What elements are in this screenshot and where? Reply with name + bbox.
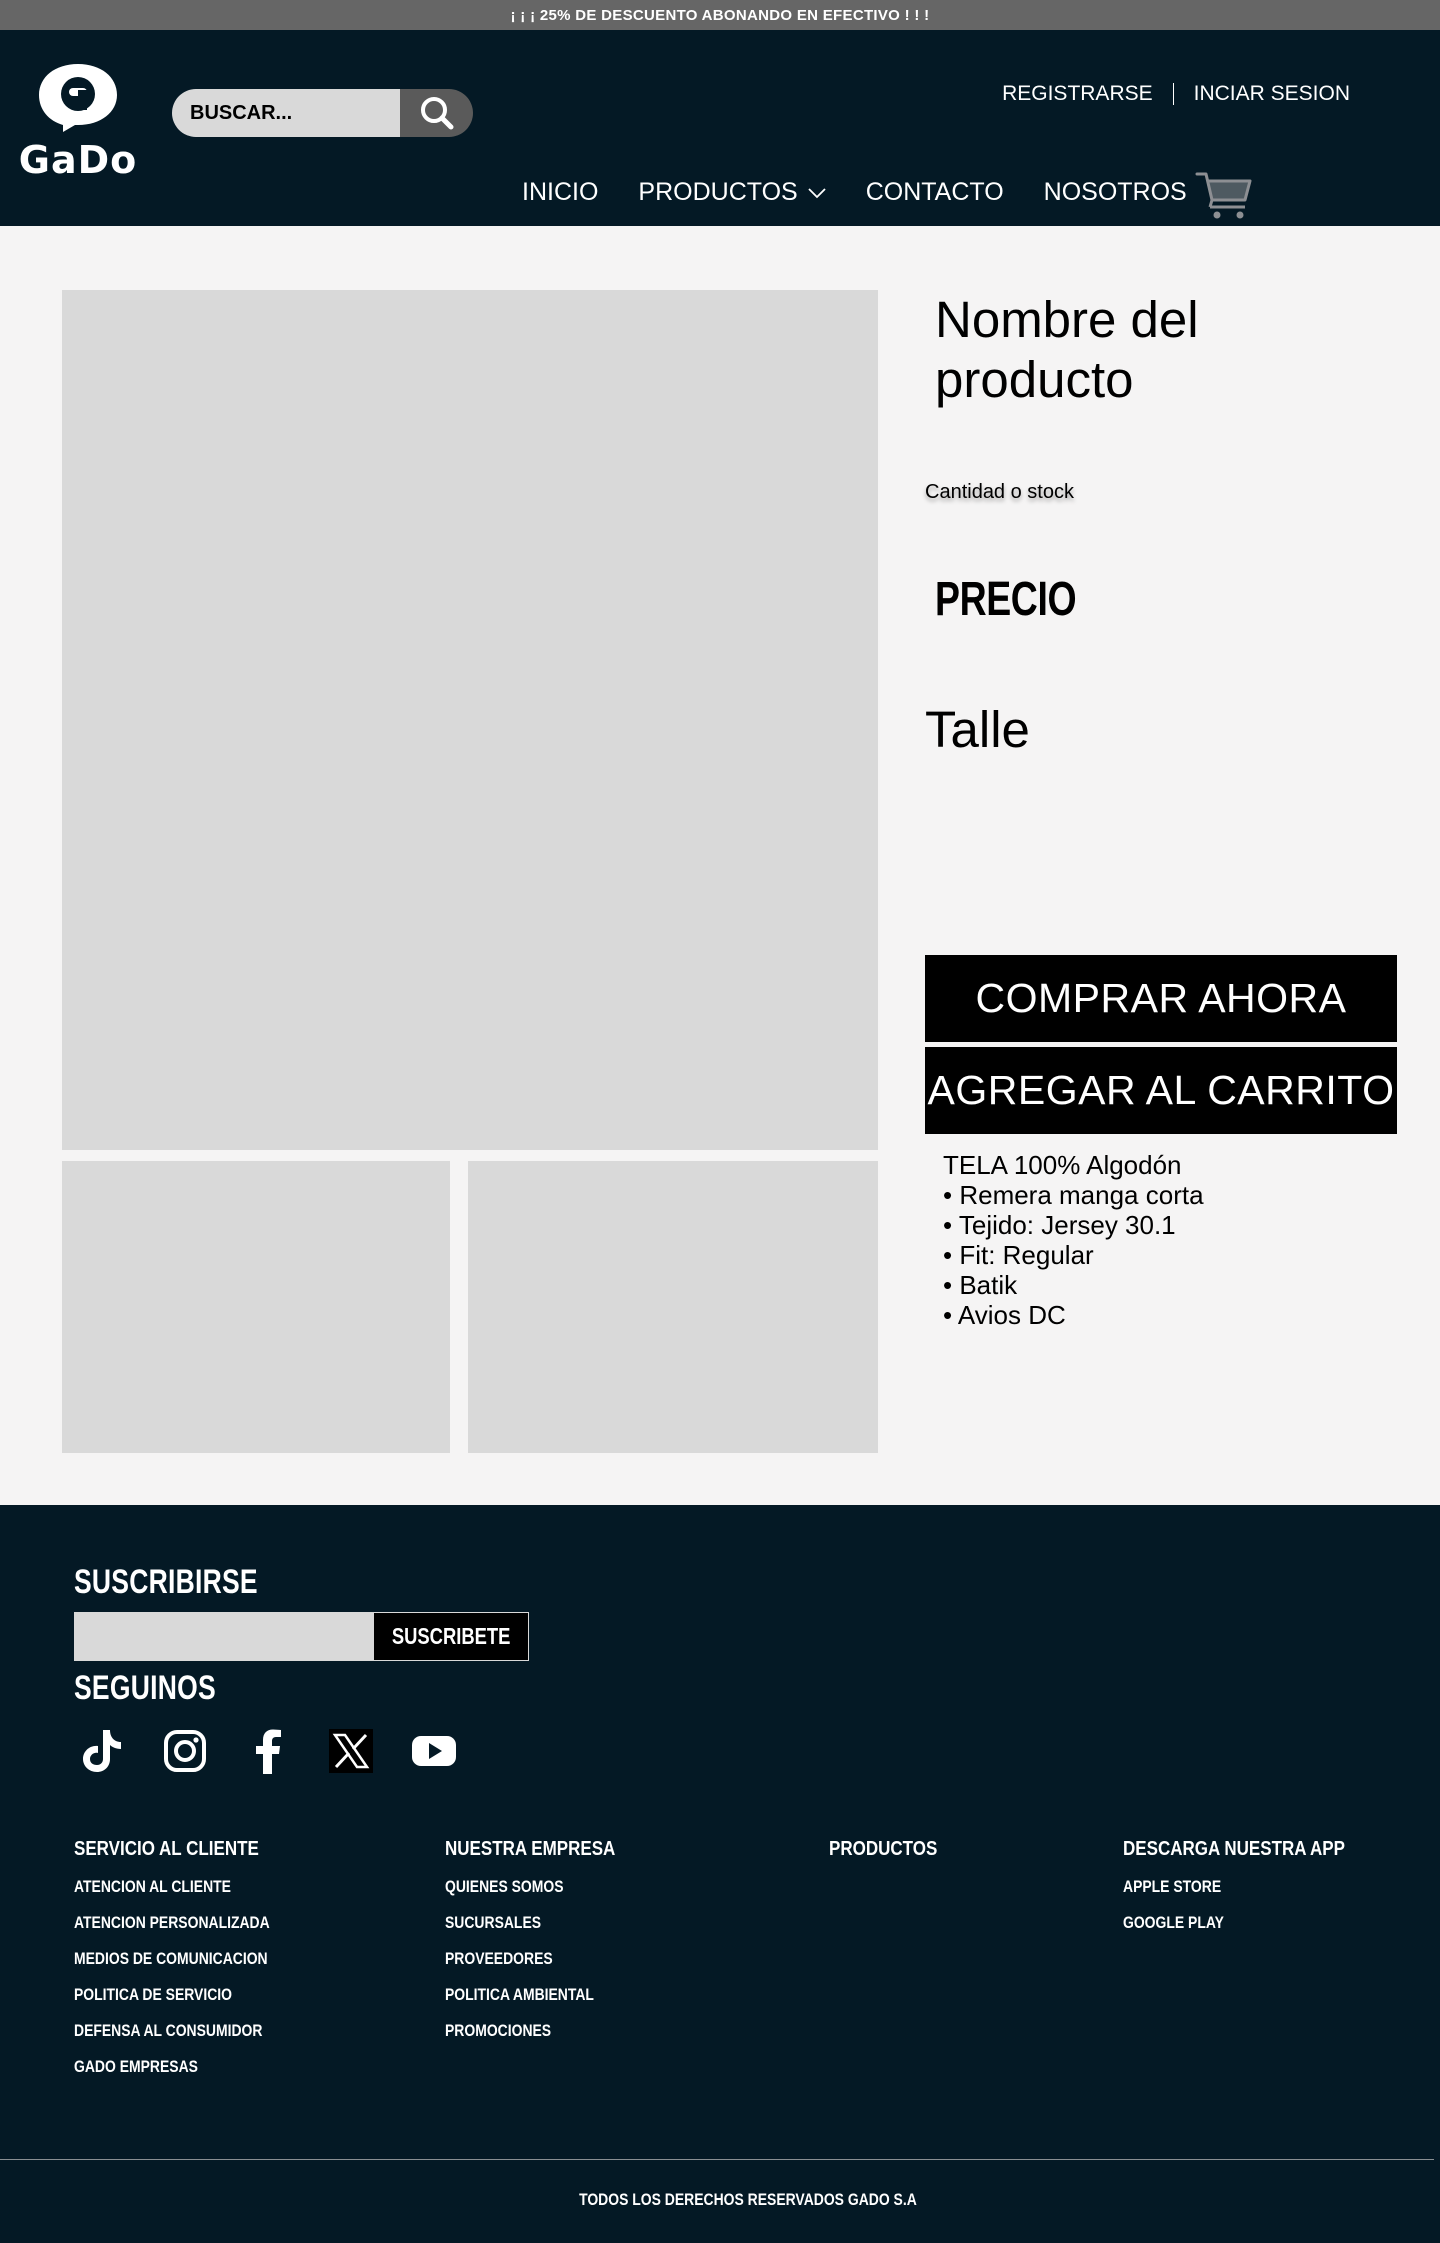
product-thumbnail-2[interactable] bbox=[468, 1161, 878, 1453]
footer-column-empresa: NUESTRA EMPRESA QUIENES SOMOS SUCURSALES… bbox=[445, 1838, 645, 2057]
account-divider bbox=[1172, 83, 1174, 105]
description-line: • Remera manga corta bbox=[943, 1180, 1204, 1210]
footer-link[interactable]: APPLE STORE bbox=[1123, 1877, 1337, 1913]
footer-column-heading: NUESTRA EMPRESA bbox=[445, 1838, 616, 1860]
footer-link[interactable]: GOOGLE PLAY bbox=[1123, 1913, 1337, 1949]
footer-link[interactable]: POLITICA AMBIENTAL bbox=[445, 1985, 609, 2021]
nav-item-nosotros[interactable]: NOSOTROS bbox=[1044, 178, 1187, 207]
cart-icon[interactable] bbox=[1195, 170, 1253, 220]
subscribe-form: SUSCRIBETE bbox=[74, 1612, 529, 1661]
copyright-text: TODOS LOS DERECHOS RESERVADOS GADO S.A bbox=[579, 2190, 917, 2209]
follow-title: SEGUINOS bbox=[74, 1669, 216, 1707]
description-line: • Tejido: Jersey 30.1 bbox=[943, 1210, 1176, 1240]
main-nav: INICIO PRODUCTOS CONTACTO NOSOTROS bbox=[522, 178, 1227, 207]
description-line: • Fit: Regular bbox=[943, 1240, 1094, 1270]
product-description: TELA 100% Algodón • Remera manga corta •… bbox=[943, 1150, 1204, 1330]
nav-item-contacto[interactable]: CONTACTO bbox=[866, 178, 1004, 207]
search-button[interactable] bbox=[400, 89, 473, 137]
description-line: TELA 100% Algodón bbox=[943, 1150, 1182, 1180]
footer-link[interactable]: GADO EMPRESAS bbox=[74, 2057, 270, 2093]
footer-link[interactable]: QUIENES SOMOS bbox=[445, 1877, 609, 1913]
footer-link[interactable]: PROMOCIONES bbox=[445, 2021, 609, 2057]
account-links: REGISTRARSE INCIAR SESION bbox=[1002, 82, 1350, 106]
login-link[interactable]: INCIAR SESION bbox=[1194, 82, 1350, 106]
facebook-icon[interactable] bbox=[244, 1727, 292, 1775]
description-line: • Avios DC bbox=[943, 1300, 1066, 1330]
footer-link[interactable]: SUCURSALES bbox=[445, 1913, 609, 1949]
add-to-cart-button[interactable]: AGREGAR AL CARRITO bbox=[925, 1047, 1397, 1134]
buy-now-button[interactable]: COMPRAR AHORA bbox=[925, 955, 1397, 1042]
subscribe-button[interactable]: SUSCRIBETE bbox=[374, 1613, 528, 1660]
promo-banner: ¡ ¡ ¡ 25% DE DESCUENTO ABONANDO EN EFECT… bbox=[0, 0, 1440, 30]
nav-item-productos-label: PRODUCTOS bbox=[638, 178, 798, 206]
chevron-down-icon bbox=[808, 187, 826, 198]
subscribe-email-input[interactable] bbox=[75, 1613, 374, 1660]
footer-link[interactable]: DEFENSA AL CONSUMIDOR bbox=[74, 2021, 270, 2057]
subscribe-button-label: SUSCRIBETE bbox=[391, 1623, 511, 1649]
search-icon bbox=[420, 97, 453, 130]
footer-link[interactable]: ATENCION PERSONALIZADA bbox=[74, 1913, 270, 1949]
search-input[interactable] bbox=[172, 89, 400, 137]
footer-link[interactable]: POLITICA DE SERVICIO bbox=[74, 1985, 270, 2021]
product-main-image[interactable] bbox=[62, 290, 878, 1150]
site-footer: SUSCRIBIRSE SUSCRIBETE SEGUINOS SERVICIO… bbox=[0, 1505, 1440, 2243]
product-price: PRECIO bbox=[935, 573, 1077, 626]
description-line: • Batik bbox=[943, 1270, 1018, 1300]
footer-divider bbox=[0, 2159, 1434, 2160]
youtube-icon[interactable] bbox=[410, 1727, 458, 1775]
footer-link[interactable]: PROVEEDORES bbox=[445, 1949, 609, 1985]
product-thumbnail-1[interactable] bbox=[62, 1161, 450, 1453]
search-bar bbox=[172, 89, 473, 137]
social-links bbox=[78, 1727, 493, 1775]
copyright: TODOS LOS DERECHOS RESERVADOS GADO S.A bbox=[0, 2190, 1440, 2210]
footer-column-servicio: SERVICIO AL CLIENTE ATENCION AL CLIENTE … bbox=[74, 1838, 313, 2093]
nav-item-inicio[interactable]: INICIO bbox=[522, 178, 598, 207]
footer-link[interactable]: ATENCION AL CLIENTE bbox=[74, 1877, 270, 1913]
product-stock: Cantidad o stock bbox=[925, 481, 1074, 503]
x-icon[interactable] bbox=[327, 1727, 375, 1775]
footer-column-app: DESCARGA NUESTRA APP APPLE STORE GOOGLE … bbox=[1123, 1838, 1384, 1949]
size-label: Talle bbox=[925, 701, 1030, 758]
site-header: GaDo REGISTRARSE INCIAR SESION INICIO PR… bbox=[0, 30, 1440, 226]
tiktok-icon[interactable] bbox=[78, 1727, 126, 1775]
brand-logo[interactable]: GaDo bbox=[18, 62, 138, 182]
footer-link[interactable]: MEDIOS DE COMUNICACION bbox=[74, 1949, 270, 1985]
promo-text: ¡ ¡ ¡ 25% DE DESCUENTO ABONANDO EN EFECT… bbox=[510, 6, 930, 24]
logo-mark-icon bbox=[39, 64, 117, 132]
footer-column-heading[interactable]: PRODUCTOS bbox=[829, 1838, 937, 1861]
nav-item-productos[interactable]: PRODUCTOS bbox=[638, 178, 826, 207]
register-link[interactable]: REGISTRARSE bbox=[1002, 82, 1153, 106]
brand-name: GaDo bbox=[18, 138, 138, 182]
footer-column-productos: PRODUCTOS bbox=[829, 1838, 956, 1877]
footer-column-heading: DESCARGA NUESTRA APP bbox=[1123, 1838, 1345, 1860]
footer-column-heading: SERVICIO AL CLIENTE bbox=[74, 1838, 259, 1860]
subscribe-title: SUSCRIBIRSE bbox=[74, 1563, 258, 1601]
instagram-icon[interactable] bbox=[161, 1727, 209, 1775]
product-name: Nombre del producto bbox=[935, 291, 1199, 408]
